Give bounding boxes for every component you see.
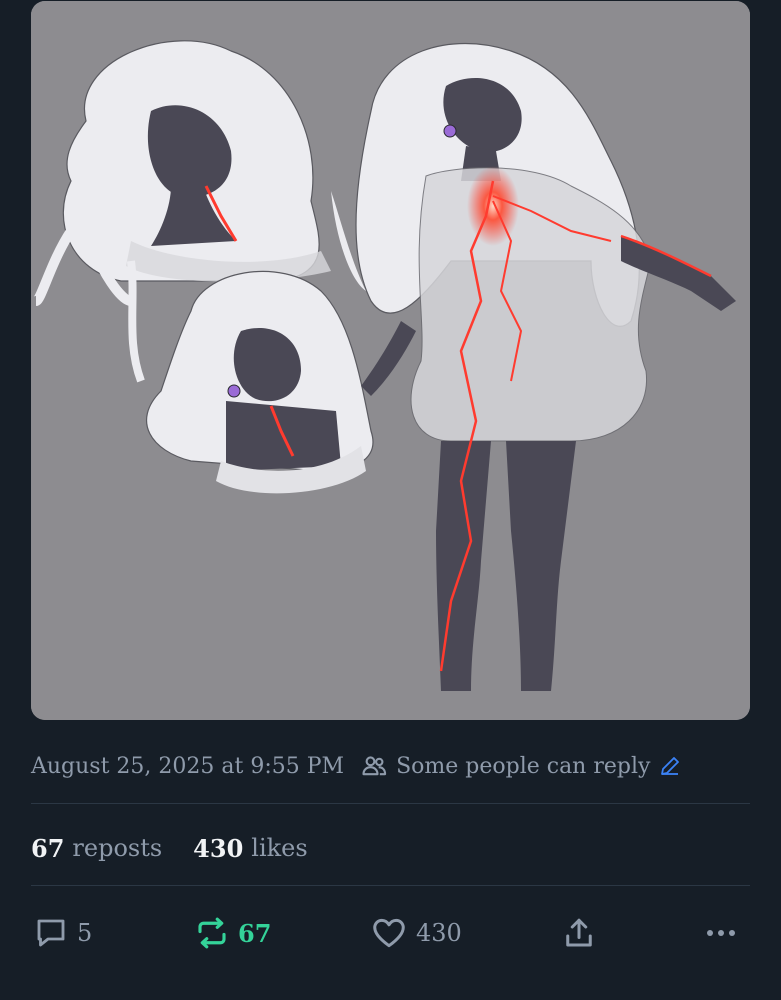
repost-count: 67 — [238, 918, 272, 948]
reposts-count: 67 — [31, 833, 65, 863]
engagement-counts: 67 reposts 430 likes — [31, 828, 308, 868]
speech-bubble-icon — [37, 919, 65, 947]
reposts-label: reposts — [72, 834, 163, 862]
divider — [31, 803, 750, 804]
share-upload-icon — [566, 918, 592, 947]
reply-setting[interactable]: Some people can reply — [360, 752, 690, 780]
divider — [31, 885, 750, 886]
post-detail: August 25, 2025 at 9:55 PM Some people c… — [0, 0, 781, 1000]
repost-button[interactable]: 67 — [194, 910, 271, 956]
post-timestamp[interactable]: August 25, 2025 at 9:55 PM — [31, 754, 344, 779]
reply-setting-label: Some people can reply — [396, 753, 651, 779]
reposts-count-link[interactable]: 67 reposts — [31, 834, 162, 863]
likes-label: likes — [251, 834, 308, 862]
character-sketch-illustration — [31, 1, 750, 720]
share-button[interactable] — [561, 910, 605, 956]
reply-button[interactable]: 5 — [33, 910, 92, 956]
heart-icon — [373, 918, 405, 948]
like-count: 430 — [416, 919, 462, 947]
like-button[interactable]: 430 — [370, 910, 462, 956]
likes-count: 430 — [193, 833, 244, 863]
repost-arrows-icon — [198, 917, 226, 949]
reply-count: 5 — [77, 919, 93, 947]
pencil-icon — [661, 757, 680, 775]
more-options-button[interactable] — [701, 910, 749, 956]
people-icon — [362, 756, 387, 776]
edit-reply-setting-button[interactable] — [658, 754, 690, 778]
post-meta-row: August 25, 2025 at 9:55 PM Some people c… — [31, 748, 690, 784]
post-action-bar: 5 67 430 — [31, 910, 750, 956]
likes-count-link[interactable]: 430 likes — [193, 834, 308, 863]
more-dots-icon — [707, 930, 735, 936]
post-image[interactable] — [31, 1, 750, 720]
